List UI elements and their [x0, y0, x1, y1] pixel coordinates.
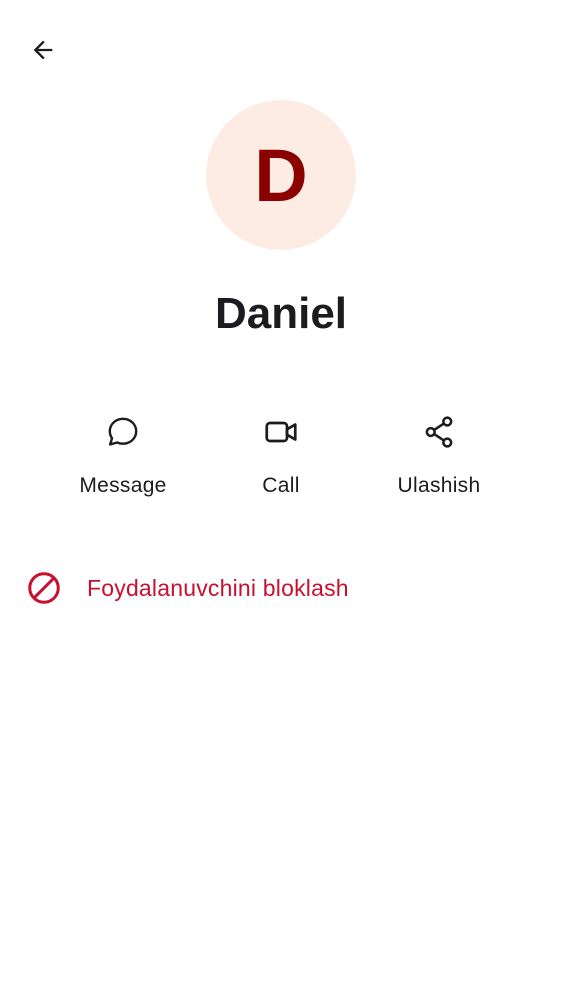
avatar-initial: D	[254, 134, 308, 217]
video-camera-icon	[265, 421, 297, 443]
block-user-label: Foydalanuvchini bloklash	[87, 575, 349, 601]
share-label: Ulashish	[397, 474, 481, 497]
contact-name: Daniel	[214, 289, 348, 338]
message-label: Message	[79, 474, 167, 497]
avatar: D	[206, 100, 356, 250]
block-icon	[28, 572, 60, 604]
chat-bubble-icon	[108, 417, 138, 446]
call-button[interactable]: Call	[216, 408, 346, 508]
share-button[interactable]: Ulashish	[374, 408, 504, 508]
arrow-back-icon	[33, 40, 53, 60]
call-label: Call	[262, 474, 300, 497]
back-button[interactable]	[22, 29, 64, 71]
share-icon	[425, 416, 453, 448]
contact-details-screen: D Daniel Message Call Ulashish Foydalanu…	[0, 0, 562, 1000]
message-button[interactable]: Message	[58, 408, 188, 508]
block-user-button[interactable]: Foydalanuvchini bloklash	[0, 556, 562, 620]
